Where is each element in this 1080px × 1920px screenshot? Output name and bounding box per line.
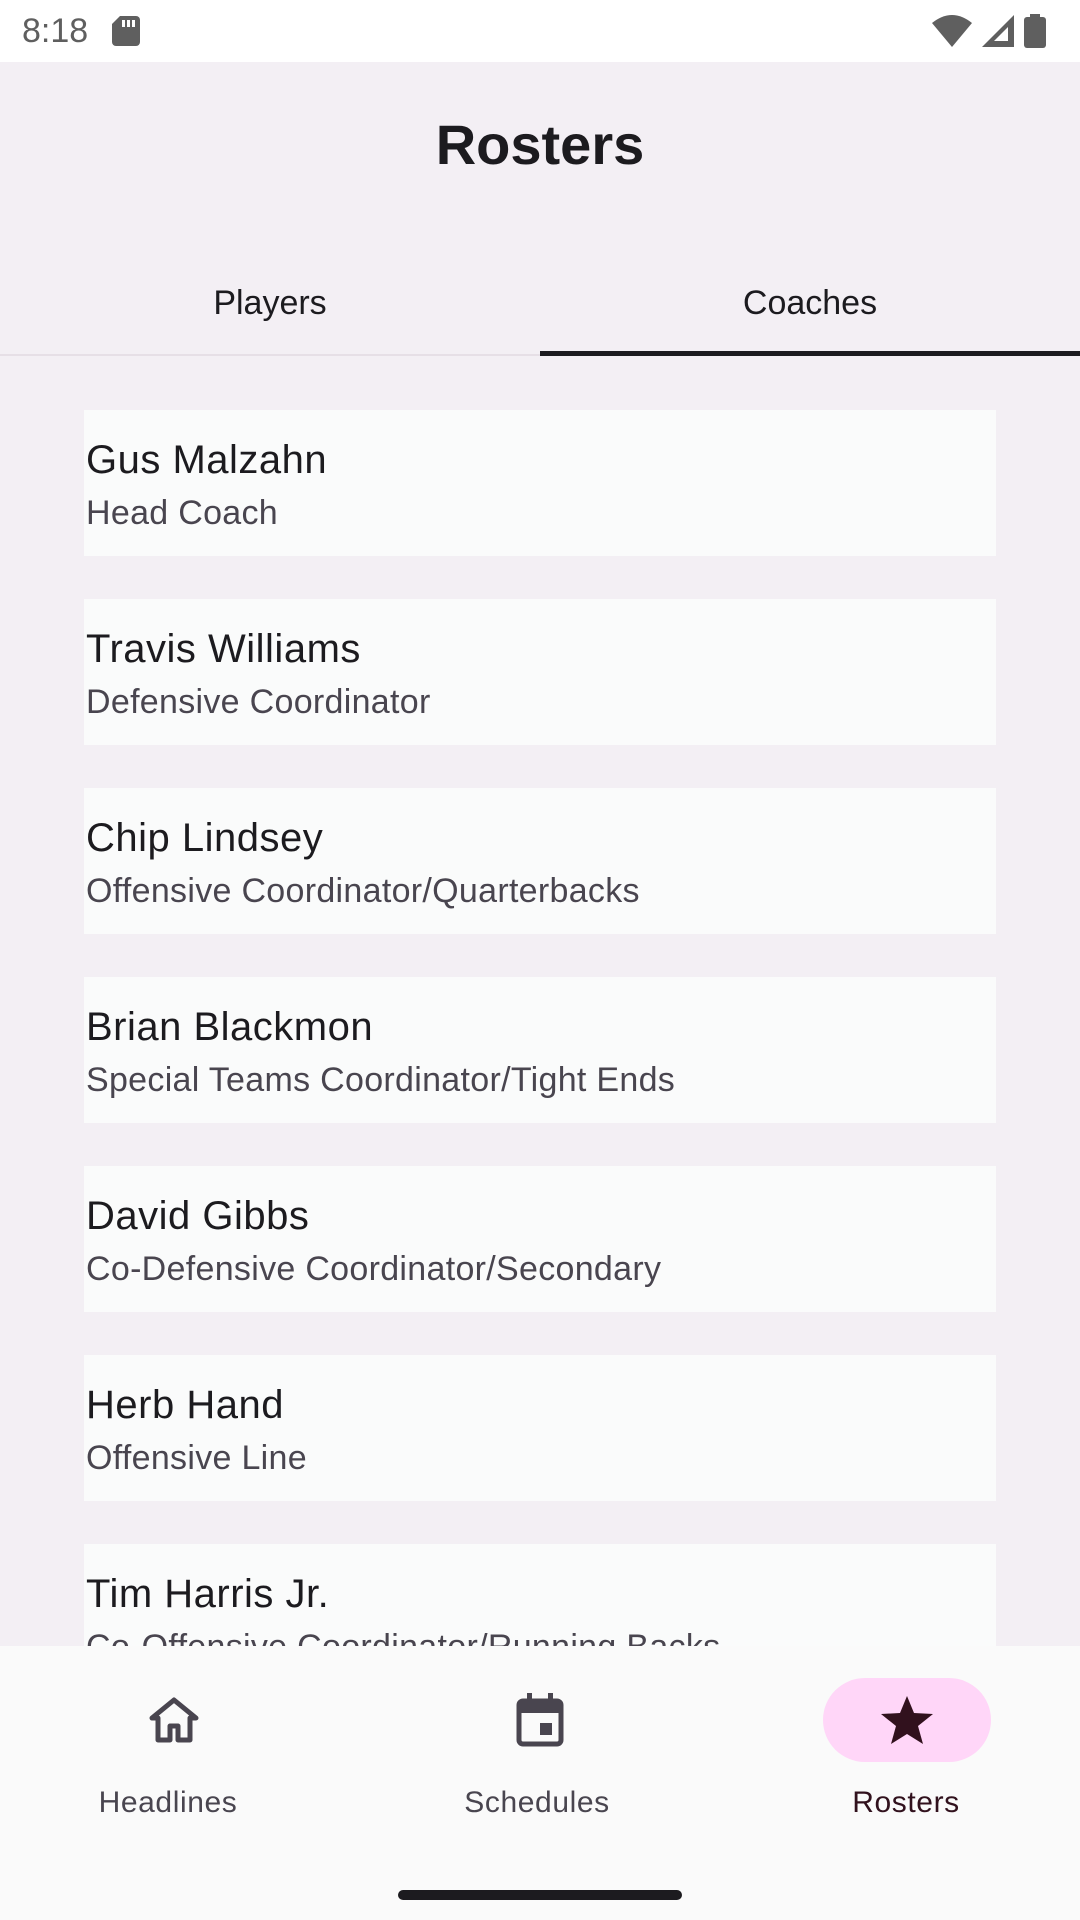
page-title: Rosters	[435, 113, 645, 176]
tab-players[interactable]: Players	[0, 250, 540, 356]
battery-icon	[1024, 14, 1046, 48]
nav-label: Rosters	[852, 1786, 960, 1819]
star-icon	[881, 1696, 933, 1744]
coach-name: Tim Harris Jr.	[86, 1572, 330, 1616]
list-item[interactable]: Travis Williams Defensive Coordinator	[84, 599, 996, 745]
list-item[interactable]: Tim Harris Jr. Co-Offensive Coordinator/…	[84, 1544, 996, 1646]
nav-pill	[90, 1678, 258, 1762]
list-item[interactable]: Chip Lindsey Offensive Coordinator/Quart…	[84, 788, 996, 934]
coach-role: Offensive Coordinator/Quarterbacks	[86, 872, 640, 910]
sd-card-icon	[112, 16, 140, 46]
coach-name: Herb Hand	[86, 1383, 284, 1427]
coach-name: Travis Williams	[86, 627, 361, 671]
nav-label: Headlines	[98, 1786, 238, 1819]
coach-role: Defensive Coordinator	[86, 683, 431, 721]
list-item[interactable]: Brian Blackmon Special Teams Coordinator…	[84, 977, 996, 1123]
list-item[interactable]: David Gibbs Co-Defensive Coordinator/Sec…	[84, 1166, 996, 1312]
coach-name: David Gibbs	[86, 1194, 310, 1238]
nav-pill-active	[823, 1678, 991, 1762]
coach-role: Co-Defensive Coordinator/Secondary	[86, 1250, 662, 1288]
nav-item-rosters[interactable]: Rosters	[720, 1646, 1080, 1856]
coach-role: Head Coach	[86, 494, 279, 532]
tab-bar: Players Coaches	[0, 250, 1080, 356]
coach-name: Chip Lindsey	[86, 816, 324, 860]
cell-signal-icon	[982, 15, 1014, 47]
coach-role: Offensive Line	[86, 1439, 307, 1477]
list-item[interactable]: Herb Hand Offensive Line	[84, 1355, 996, 1501]
status-icons	[932, 14, 1046, 48]
nav-item-schedules[interactable]: Schedules	[360, 1646, 720, 1856]
status-bar: 8:18	[0, 0, 1080, 62]
nav-label: Schedules	[464, 1786, 610, 1819]
tab-coaches[interactable]: Coaches	[540, 250, 1080, 356]
wifi-icon	[932, 15, 972, 47]
nav-item-headlines[interactable]: Headlines	[0, 1646, 360, 1856]
bottom-navigation: Headlines Schedules Rosters	[0, 1646, 1080, 1856]
home-indicator[interactable]	[398, 1890, 682, 1900]
status-time: 8:18	[22, 12, 89, 50]
gesture-area	[0, 1856, 1080, 1920]
coaches-list[interactable]: Gus Malzahn Head Coach Travis Williams D…	[84, 410, 996, 1646]
coach-role: Co-Offensive Coordinator/Running Backs	[86, 1628, 720, 1646]
coach-name: Gus Malzahn	[86, 438, 328, 482]
tab-selected-indicator	[540, 351, 1080, 356]
coach-name: Brian Blackmon	[86, 1005, 374, 1049]
nav-pill	[456, 1678, 624, 1762]
list-item[interactable]: Gus Malzahn Head Coach	[84, 410, 996, 556]
coach-role: Special Teams Coordinator/Tight Ends	[86, 1061, 676, 1099]
home-icon	[149, 1697, 199, 1743]
calendar-icon	[516, 1693, 564, 1747]
